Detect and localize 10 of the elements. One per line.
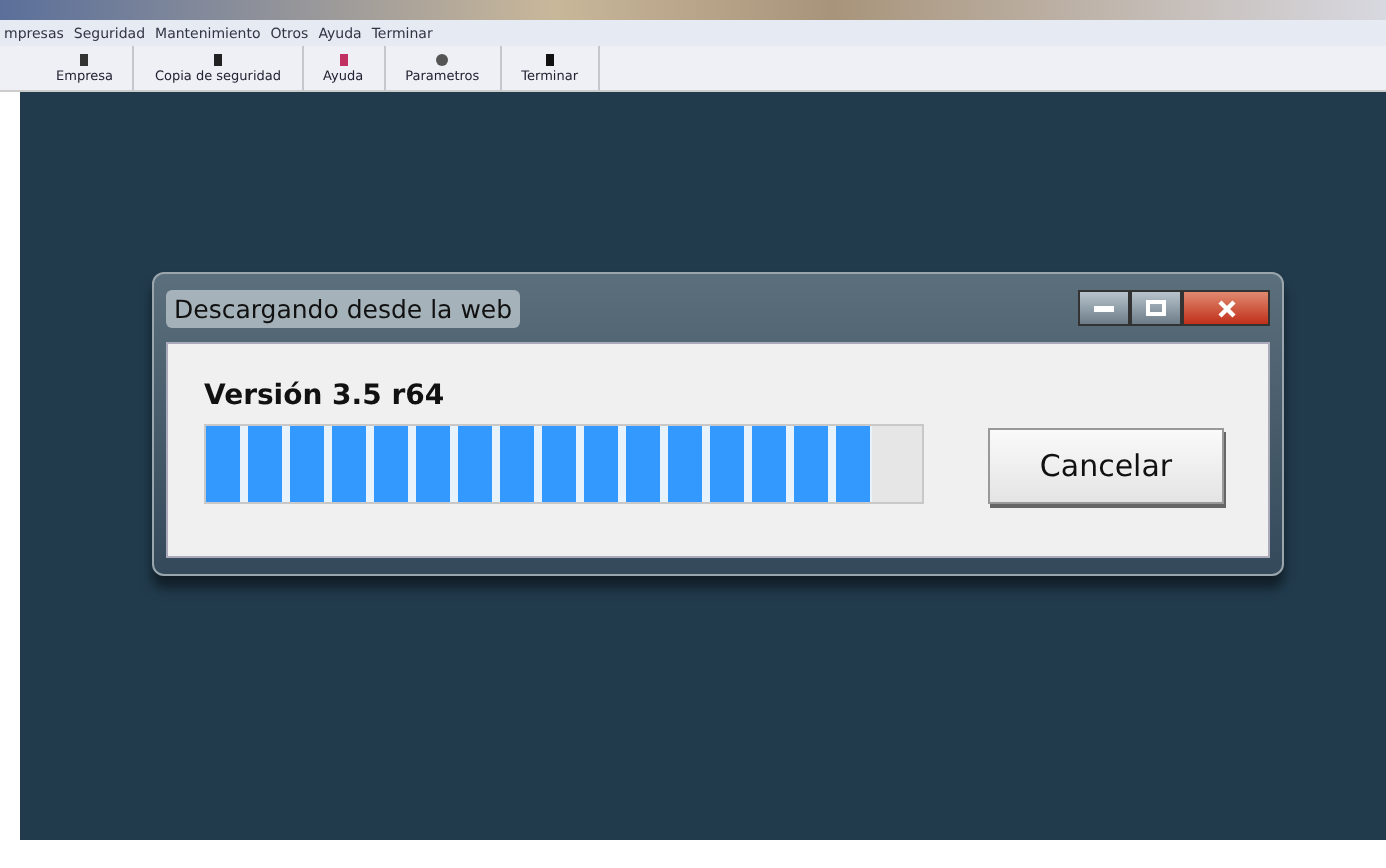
minimize-button[interactable]: [1078, 290, 1130, 326]
cancel-button[interactable]: Cancelar: [988, 428, 1224, 504]
close-icon: [1217, 299, 1235, 317]
maximize-icon: [1146, 300, 1166, 316]
close-button[interactable]: [1182, 290, 1270, 326]
minimize-icon: [1094, 305, 1114, 311]
maximize-button[interactable]: [1130, 290, 1182, 326]
dialog-title: Descargando desde la web: [166, 289, 521, 327]
version-label: Versión 3.5 r64: [204, 380, 447, 412]
gear-icon: [434, 52, 451, 68]
